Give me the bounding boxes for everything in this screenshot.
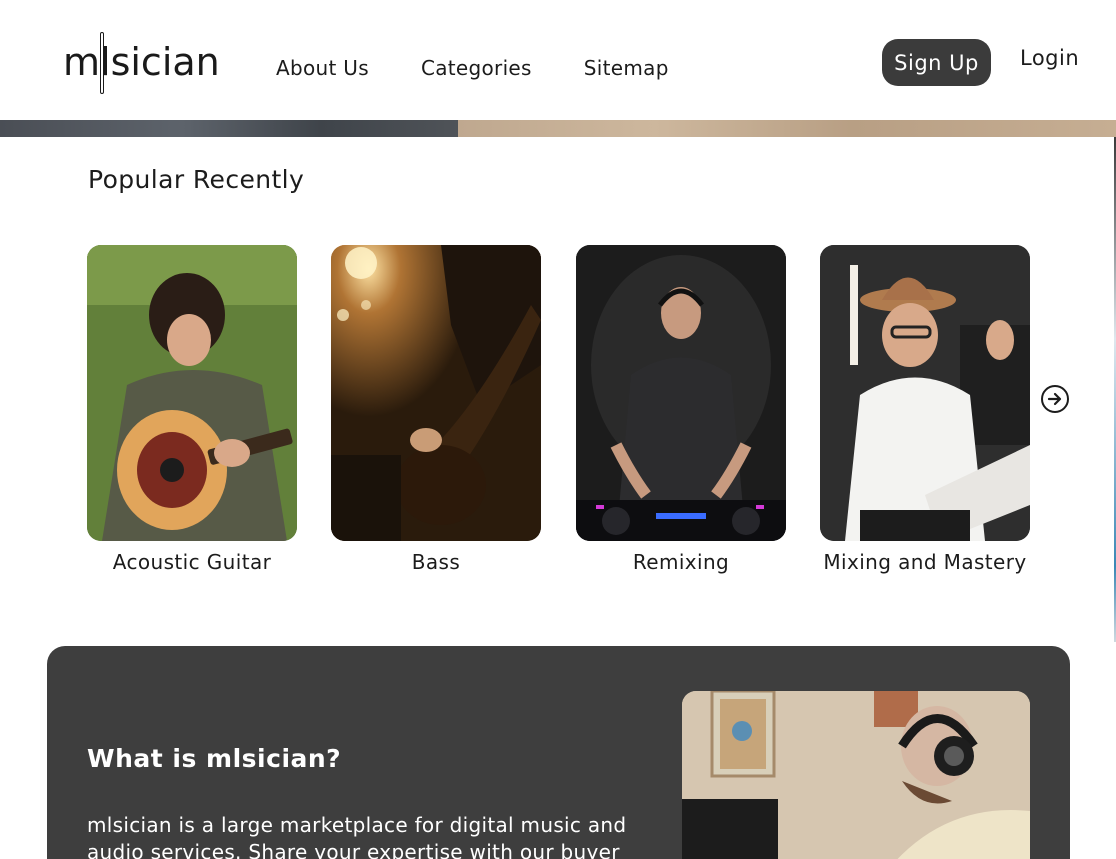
logo-needle-mark xyxy=(100,32,104,94)
nav-about-us[interactable]: About Us xyxy=(276,56,369,80)
category-label[interactable]: Acoustic Guitar xyxy=(87,550,297,574)
nav-categories[interactable]: Categories xyxy=(421,56,532,80)
about-panel: What is mlsician? mlsician is a large ma… xyxy=(47,646,1070,859)
popular-recently-title: Popular Recently xyxy=(88,165,305,194)
login-link[interactable]: Login xyxy=(1020,46,1079,70)
hero-banner-dark-part xyxy=(0,120,458,137)
category-label[interactable]: Mixing and Mastery xyxy=(820,550,1030,574)
acoustic-guitar-image[interactable] xyxy=(87,245,297,541)
about-description: mlsician is a large marketplace for digi… xyxy=(87,813,627,859)
mixing-and-mastery-image[interactable] xyxy=(820,245,1030,541)
carousel-next-button[interactable] xyxy=(1041,385,1069,413)
sign-up-button[interactable]: Sign Up xyxy=(882,39,991,86)
about-title: What is mlsician? xyxy=(87,744,342,773)
about-image xyxy=(682,691,1030,859)
main-nav: About Us Categories Sitemap xyxy=(276,56,669,80)
category-card-remixing[interactable]: Remixing xyxy=(576,245,786,574)
arrow-right-circle-icon xyxy=(1047,392,1062,406)
bass-image[interactable] xyxy=(331,245,541,541)
logo-text: mlsician xyxy=(63,40,220,84)
category-card-bass[interactable]: Bass xyxy=(331,245,541,574)
nav-sitemap[interactable]: Sitemap xyxy=(584,56,669,80)
category-card-acoustic-guitar[interactable]: Acoustic Guitar xyxy=(87,245,297,574)
site-logo[interactable]: mlsician xyxy=(63,30,220,94)
remixing-image[interactable] xyxy=(576,245,786,541)
hero-banner-light-part xyxy=(458,120,1116,137)
category-label[interactable]: Bass xyxy=(331,550,541,574)
site-header: mlsician About Us Categories Sitemap Sig… xyxy=(0,0,1116,120)
category-label[interactable]: Remixing xyxy=(576,550,786,574)
category-card-mixing-and-mastery[interactable]: Mixing and Mastery xyxy=(820,245,1030,574)
hero-banner-edge xyxy=(0,120,1116,137)
